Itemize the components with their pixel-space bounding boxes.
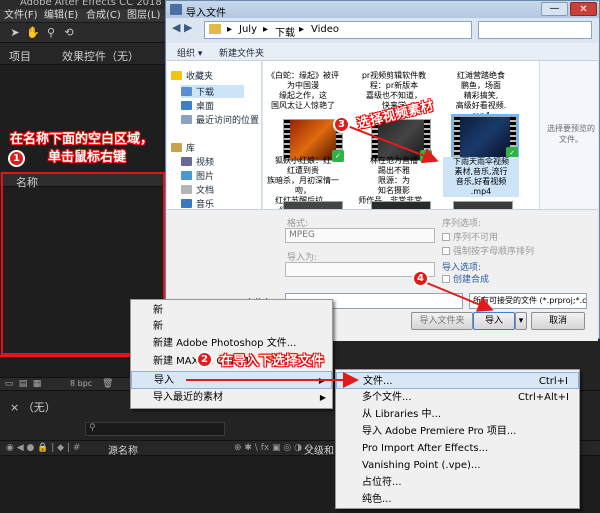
annotation-arrows <box>0 124 494 388</box>
step2-text: 在导入下选择文件 <box>220 354 325 369</box>
step1-text: 单击鼠标右键 <box>48 150 127 165</box>
step1-text: 在名称下面的空白区域， <box>10 132 154 147</box>
annotation-arrow <box>426 282 494 312</box>
step2-badge: 2 <box>196 351 213 368</box>
step3-badge: 3 <box>333 116 350 133</box>
step1-badge: 1 <box>8 150 25 167</box>
step4-badge: 4 <box>412 270 429 287</box>
